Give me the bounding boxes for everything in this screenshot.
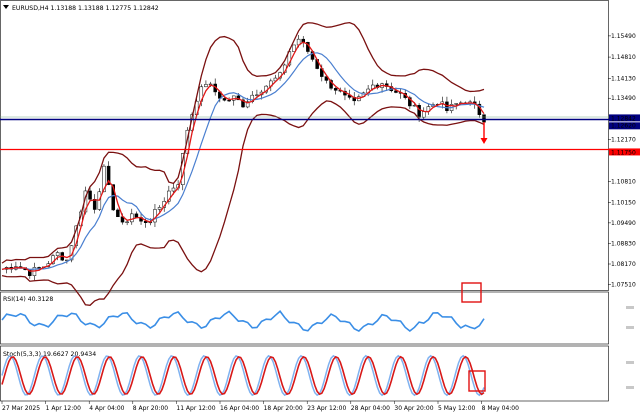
time-axis-label: 16 Apr 04:00 <box>220 405 259 412</box>
candle-body <box>255 94 259 96</box>
time-axis-label: 5 May 12:00 <box>438 405 476 412</box>
bollinger-upper <box>1 21 485 264</box>
candle-body <box>88 190 92 200</box>
rsi-label: RSI(14) 40.3128 <box>3 296 53 303</box>
candle-body <box>454 103 458 105</box>
price-axis-label: 1.10810 <box>611 179 636 186</box>
time-axis-label: 11 Apr 12:00 <box>176 405 215 412</box>
time-axis-label: 8 May 04:00 <box>482 405 520 412</box>
price-axis-label: 1.11750 <box>611 149 636 156</box>
rsi-level-marker-30 <box>626 326 634 329</box>
time-axis-label: 18 Apr 20:00 <box>264 405 303 412</box>
candle-body <box>227 99 231 102</box>
candle-body <box>333 88 338 91</box>
triangle-down-icon[interactable] <box>3 5 9 9</box>
main-chart-frame <box>0 0 609 291</box>
candle-body <box>37 267 41 269</box>
moving-average-fast <box>1 41 485 272</box>
rsi-frame <box>0 291 609 345</box>
price-axis-label: 1.10150 <box>611 199 636 206</box>
stoch-level-marker-20 <box>626 386 634 389</box>
price-axis-label: 1.07510 <box>611 282 636 289</box>
price-axis-label: 1.08830 <box>611 240 636 247</box>
candle-body <box>125 221 129 223</box>
price-axis-label: 1.12170 <box>611 136 636 143</box>
price-axis-label: 1.14810 <box>611 54 636 61</box>
rsi-highlight-box <box>461 282 482 303</box>
bollinger-lower <box>1 100 485 306</box>
candle-body <box>157 207 162 210</box>
candle-body <box>116 209 120 218</box>
candle-body <box>134 213 139 218</box>
candle-body <box>422 111 426 118</box>
stoch-signal-line <box>1 355 485 396</box>
price-axis-label: 1.13490 <box>611 95 636 102</box>
time-axis-label: 8 Apr 20:00 <box>133 405 168 412</box>
stoch-level-marker-80 <box>626 361 634 364</box>
candle-body <box>92 199 97 210</box>
stoch-label: Stoch(5,3,3) 19.6627 20.9434 <box>3 351 96 358</box>
candle-body <box>204 84 208 88</box>
time-axis-label: 30 Apr 20:00 <box>394 405 433 412</box>
price-axis-label: 1.09490 <box>611 220 636 227</box>
price-axis-label: 1.08170 <box>611 261 636 268</box>
rsi-level-marker-70 <box>626 306 634 309</box>
time-axis-label: 23 Apr 12:00 <box>307 405 346 412</box>
price-axis-label: 1.15490 <box>611 33 636 40</box>
time-axis-label: 27 Mar 2025 <box>2 405 40 412</box>
chart-area[interactable]: EURUSD,H4 1.13188 1.13188 1.12775 1.1284… <box>0 0 640 415</box>
moving-average-slow <box>1 52 485 270</box>
time-axis-label: 1 Apr 12:00 <box>46 405 81 412</box>
down-arrow-icon <box>480 122 488 144</box>
candle-body <box>482 114 486 123</box>
candle-body <box>153 209 157 223</box>
candle-body <box>130 213 134 223</box>
price-axis-label: 1.12620 <box>611 122 636 129</box>
candle-body <box>222 98 227 101</box>
candle-body <box>171 187 176 192</box>
time-axis-label: 4 Apr 04:00 <box>89 405 124 412</box>
time-axis-label: 28 Apr 04:00 <box>351 405 390 412</box>
candle-body <box>445 101 449 111</box>
candle-body <box>55 252 60 256</box>
rsi-line <box>1 310 485 333</box>
price-axis-label: 1.14130 <box>611 75 636 82</box>
chart-header-info: EURUSD,H4 1.13188 1.13188 1.12775 1.1284… <box>12 5 159 12</box>
